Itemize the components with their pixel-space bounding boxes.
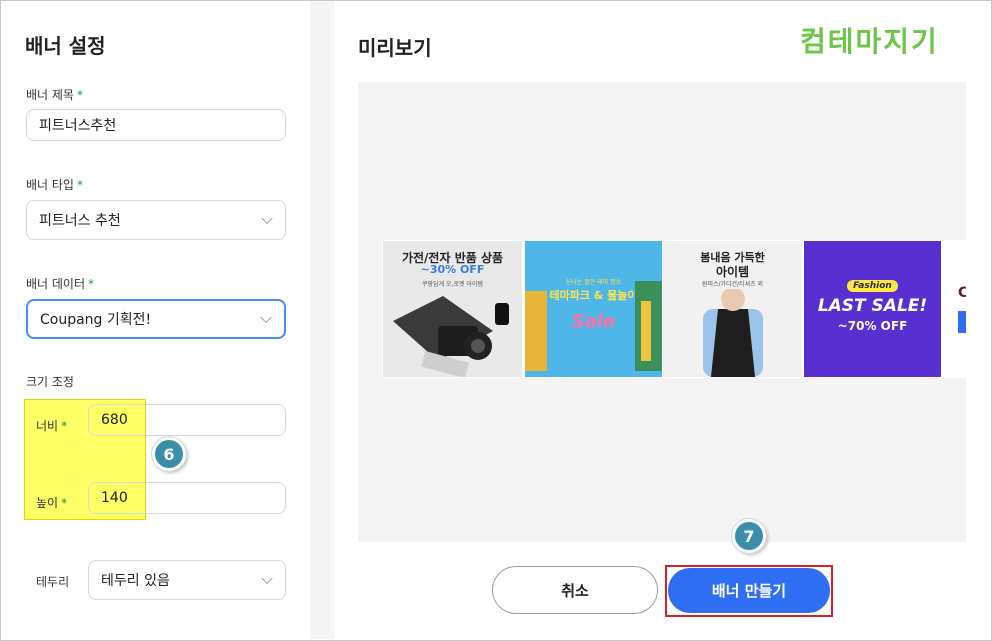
height-label-text: 높이	[36, 496, 59, 510]
width-label: 너비 *	[36, 417, 67, 434]
border-value: 테두리 있음	[101, 573, 170, 589]
width-value: 680	[101, 412, 128, 428]
banner-data-label: 배너 데이터 *	[26, 275, 94, 292]
banner-name-label-text: 배너 제목	[26, 88, 74, 102]
required-mark: *	[76, 88, 83, 102]
cancel-button[interactable]: 취소	[492, 566, 658, 614]
fashion-model-image	[703, 289, 763, 377]
chevron-down-icon	[261, 572, 273, 585]
preview-title: 미리보기	[358, 36, 432, 60]
width-label-text: 너비	[36, 419, 59, 433]
banner-name-input[interactable]: 피트너스추천	[26, 109, 286, 141]
create-banner-button[interactable]: 배너 만들기	[668, 568, 830, 613]
step-badge-6: 6	[152, 437, 186, 471]
banner-data-select[interactable]: Coupang 기획전!	[26, 299, 286, 339]
banner-name-value: 피트너스추천	[39, 118, 117, 134]
banner-sub: ~30% OFF	[420, 263, 485, 276]
height-input[interactable]: 140	[88, 482, 286, 514]
required-mark: *	[76, 178, 83, 192]
chevron-down-icon	[260, 311, 272, 324]
border-label: 테두리	[36, 575, 70, 589]
camera-laptop-image	[393, 296, 509, 377]
brand-logo: 컴테마지기	[800, 25, 939, 58]
rides-image	[525, 281, 662, 371]
step-badge-7: 7	[732, 519, 766, 553]
border-select[interactable]: 테두리 있음	[88, 560, 286, 600]
banner-note: 쿠팡답게 오,로켓 아이템	[422, 281, 483, 288]
banner-sub: ~70% OFF	[837, 319, 908, 333]
banner-tile-partial: C	[944, 241, 966, 377]
banner-data-label-text: 배너 데이터	[26, 277, 86, 291]
width-input[interactable]: 680	[88, 404, 286, 436]
banner-headline: LAST SALE!	[817, 296, 928, 316]
chevron-down-icon	[261, 212, 273, 225]
banner-type-value: 피트너스 추천	[39, 213, 121, 229]
panel-divider	[310, 1, 334, 639]
banner-tile-themepark[interactable]: 신나는 할인 테마 명소 테마파크 & 물놀이 Sale	[525, 241, 662, 377]
banner-note: 원피스/가디건/티셔츠 외	[701, 281, 764, 288]
required-mark: *	[88, 277, 95, 291]
height-label: 높이 *	[36, 494, 67, 511]
required-mark: *	[61, 419, 68, 433]
fashion-tag: Fashion	[804, 280, 941, 292]
banner-tile-spring[interactable]: 봄내음 가득한 아이템 원피스/가디건/티셔츠 외	[663, 241, 802, 377]
banner-tile-lastsale[interactable]: Fashion LAST SALE! ~70% OFF	[804, 241, 941, 377]
banner-name-label: 배너 제목 *	[26, 86, 83, 103]
banner-type-label: 배너 타입 *	[26, 176, 83, 193]
banner-type-label-text: 배너 타입	[26, 178, 74, 192]
banner-preview-strip: 가전/전자 반품 상품 ~30% OFF 쿠팡답게 오,로켓 아이템 신나는 할…	[382, 240, 966, 378]
settings-title: 배너 설정	[25, 34, 106, 58]
banner-sub: 아이템	[715, 265, 750, 279]
required-mark: *	[61, 496, 68, 510]
height-value: 140	[101, 490, 128, 506]
resize-label: 크기 조정	[26, 375, 74, 389]
banner-note: Fashion	[847, 280, 898, 292]
banner-data-value: Coupang 기획전!	[40, 312, 152, 328]
banner-tile-appliances[interactable]: 가전/전자 반품 상품 ~30% OFF 쿠팡답게 오,로켓 아이템	[383, 241, 522, 377]
banner-type-select[interactable]: 피트너스 추천	[26, 200, 286, 240]
